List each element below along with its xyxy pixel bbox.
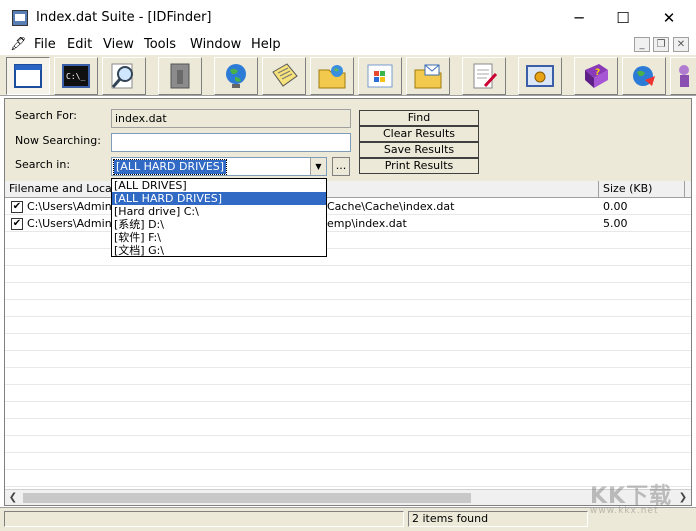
row-path-start: C:\Users\Adminis — [27, 200, 121, 213]
tool-windows-app-button[interactable] — [358, 57, 402, 95]
window-icon — [13, 62, 43, 90]
gray-icon — [165, 62, 195, 90]
mdi-minimize-button[interactable]: _ — [634, 37, 650, 52]
search-for-label: Search For: — [15, 109, 77, 122]
status-pane-left — [4, 511, 404, 527]
title-bar: Index.dat Suite - [IDFinder] ─ ☐ ✕ — [0, 0, 696, 36]
status-items-found: 2 items found — [408, 511, 588, 527]
tool-document-button[interactable] — [462, 57, 506, 95]
idfinder-window: Search For: index.dat Now Searching: Sea… — [4, 98, 692, 506]
menu-view[interactable]: View — [103, 37, 134, 52]
toolbar: C:\_ ? — [0, 54, 696, 96]
console-icon: C:\_ — [61, 62, 91, 90]
menu-bar: 🖋 File Edit View Tools Window Help _ ❐ ✕ — [0, 36, 696, 54]
close-button[interactable]: ✕ — [646, 0, 692, 36]
person-icon — [670, 62, 696, 90]
search-in-selected-value: [ALL HARD DRIVES] — [112, 159, 228, 175]
watermark-url: www.kkx.net — [590, 506, 659, 516]
windows-app-icon — [365, 62, 395, 90]
settings-window-icon — [525, 62, 555, 90]
globe-icon — [221, 62, 251, 90]
row-checkbox[interactable]: ✔ — [11, 201, 23, 213]
now-searching-label: Now Searching: — [15, 134, 101, 147]
row-path-start: C:\Users\Adminis — [27, 217, 121, 230]
menu-edit[interactable]: Edit — [67, 37, 92, 52]
browse-button[interactable]: ... — [332, 157, 350, 176]
mdi-close-button[interactable]: ✕ — [673, 37, 689, 52]
maximize-button[interactable]: ☐ — [600, 0, 646, 36]
tool-folder-mail-button[interactable] — [406, 57, 450, 95]
folder-globe-icon — [317, 62, 347, 90]
watermark-logo: KK下载 www.kkx.net — [590, 478, 690, 516]
dropdown-option[interactable]: [系统] D:\ — [112, 218, 326, 231]
search-in-label: Search in: — [15, 158, 71, 171]
folder-mail-icon — [413, 62, 443, 90]
dropdown-option[interactable]: [软件] F:\ — [112, 231, 326, 244]
row-size: 0.00 — [603, 200, 628, 213]
table-row[interactable]: ✔ C:\Users\Adminis emp\index.dat 5.00 — [5, 216, 691, 232]
app-menu-icon[interactable]: 🖋 — [10, 37, 27, 52]
tool-window-button[interactable] — [6, 57, 50, 95]
tool-console-button[interactable]: C:\_ — [54, 57, 98, 95]
find-button[interactable]: Find — [359, 110, 479, 126]
menu-file[interactable]: File — [34, 37, 56, 52]
app-icon — [12, 10, 28, 26]
tool-globe-button[interactable] — [214, 57, 258, 95]
mdi-restore-button[interactable]: ❐ — [653, 37, 669, 52]
search-in-combobox[interactable]: [ALL HARD DRIVES] ▼ — [111, 157, 327, 176]
column-size[interactable]: Size (KB) — [599, 181, 685, 197]
print-results-button[interactable]: Print Results — [359, 158, 479, 174]
tool-help-button[interactable]: ? — [574, 57, 618, 95]
results-table: Filename and Location Size (KB) ✔ C:\Use… — [5, 181, 691, 489]
tool-settings-button[interactable] — [518, 57, 562, 95]
horizontal-scrollbar[interactable]: ❮ ❯ — [5, 489, 691, 505]
tool-overflow-button[interactable] — [670, 57, 696, 95]
menu-help[interactable]: Help — [251, 37, 281, 52]
help-book-icon: ? — [581, 62, 611, 90]
minimize-button[interactable]: ─ — [556, 0, 602, 36]
save-results-button[interactable]: Save Results — [359, 142, 479, 158]
menu-window[interactable]: Window — [190, 37, 241, 52]
dropdown-option[interactable]: [Hard drive] C:\ — [112, 205, 326, 218]
svg-text:C:\_: C:\_ — [66, 72, 85, 81]
notepad-icon — [269, 62, 299, 90]
scroll-thumb[interactable] — [23, 493, 471, 503]
window-title: Index.dat Suite - [IDFinder] — [36, 10, 212, 25]
clear-results-button[interactable]: Clear Results — [359, 126, 479, 142]
tool-folder-globe-button[interactable] — [310, 57, 354, 95]
row-path-end: Cache\Cache\index.dat — [327, 200, 455, 213]
now-searching-field — [111, 133, 351, 152]
scroll-left-icon[interactable]: ❮ — [5, 490, 21, 506]
globe-arrow-icon — [629, 62, 659, 90]
dropdown-option[interactable]: [文档] G:\ — [112, 244, 326, 257]
row-path-end: emp\index.dat — [327, 217, 407, 230]
tool-gray-button[interactable] — [158, 57, 202, 95]
search-panel: Search For: index.dat Now Searching: Sea… — [5, 99, 691, 181]
table-header: Filename and Location Size (KB) — [5, 181, 691, 198]
dropdown-option[interactable]: [ALL DRIVES] — [112, 179, 326, 192]
magnifier-icon — [109, 62, 139, 90]
row-size: 5.00 — [603, 217, 628, 230]
svg-text:?: ? — [595, 68, 600, 78]
row-checkbox[interactable]: ✔ — [11, 218, 23, 230]
menu-tools[interactable]: Tools — [144, 37, 176, 52]
tool-web-button[interactable] — [622, 57, 666, 95]
table-row[interactable]: ✔ C:\Users\Adminis Cache\Cache\index.dat… — [5, 199, 691, 215]
chevron-down-icon[interactable]: ▼ — [310, 158, 326, 175]
tool-notepad-button[interactable] — [262, 57, 306, 95]
search-for-field[interactable]: index.dat — [111, 109, 351, 128]
tool-search-button[interactable] — [102, 57, 146, 95]
document-pen-icon — [469, 62, 499, 90]
dropdown-option-selected[interactable]: [ALL HARD DRIVES] — [112, 192, 326, 205]
search-in-dropdown-list: [ALL DRIVES] [ALL HARD DRIVES] [Hard dri… — [111, 178, 327, 257]
